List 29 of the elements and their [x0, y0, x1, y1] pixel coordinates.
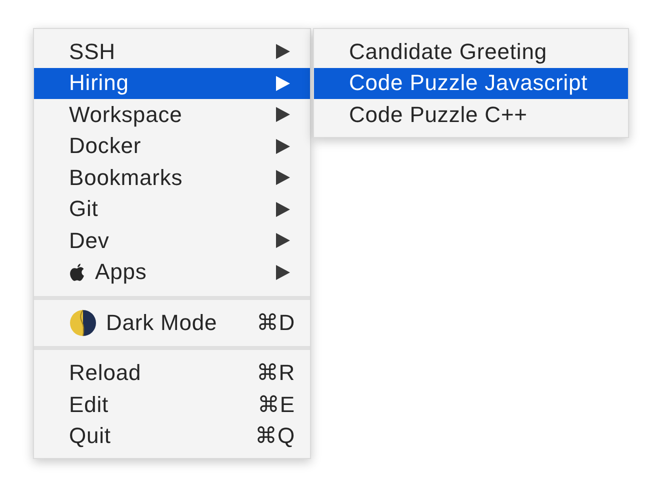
menu-item[interactable]: Hiring	[34, 68, 310, 99]
menu-item[interactable]: Code Puzzle C++	[314, 99, 628, 130]
keyboard-shortcut: ⌘Q	[255, 423, 295, 450]
moon-icon	[69, 308, 97, 337]
menu-item[interactable]: Dark Mode ⌘D	[34, 307, 310, 338]
submenu-arrow-icon	[275, 233, 290, 248]
menu-item[interactable]: Code Puzzle Javascript	[314, 68, 628, 99]
menu-item[interactable]: Git	[34, 194, 310, 225]
menu-item[interactable]: Workspace	[34, 99, 310, 130]
submenu-arrow-icon	[275, 170, 290, 186]
submenu-arrow-icon	[275, 107, 290, 122]
menu-item[interactable]: Apps	[34, 256, 310, 288]
keyboard-shortcut: ⌘R	[256, 360, 295, 386]
menu-item[interactable]: Dev	[34, 225, 310, 256]
submenu-arrow-icon	[275, 138, 290, 154]
submenu-arrow-icon	[275, 202, 290, 217]
menu-item[interactable]: Bookmarks	[34, 162, 310, 194]
submenu-arrow-icon	[275, 44, 290, 60]
menu-item[interactable]: Reload ⌘R	[34, 358, 310, 389]
apple-icon	[69, 262, 86, 282]
menu-item[interactable]: Edit ⌘E	[34, 389, 310, 420]
menu-item[interactable]: Candidate Greeting	[314, 36, 628, 68]
menu-item[interactable]: Quit ⌘Q	[34, 420, 310, 452]
keyboard-shortcut: ⌘D	[256, 310, 295, 336]
menu-item[interactable]: Docker	[34, 130, 310, 162]
keyboard-shortcut: ⌘E	[258, 392, 295, 418]
submenu-arrow-icon	[275, 264, 290, 280]
menu-item[interactable]: SSH	[34, 36, 310, 68]
submenu-arrow-icon	[275, 76, 290, 91]
